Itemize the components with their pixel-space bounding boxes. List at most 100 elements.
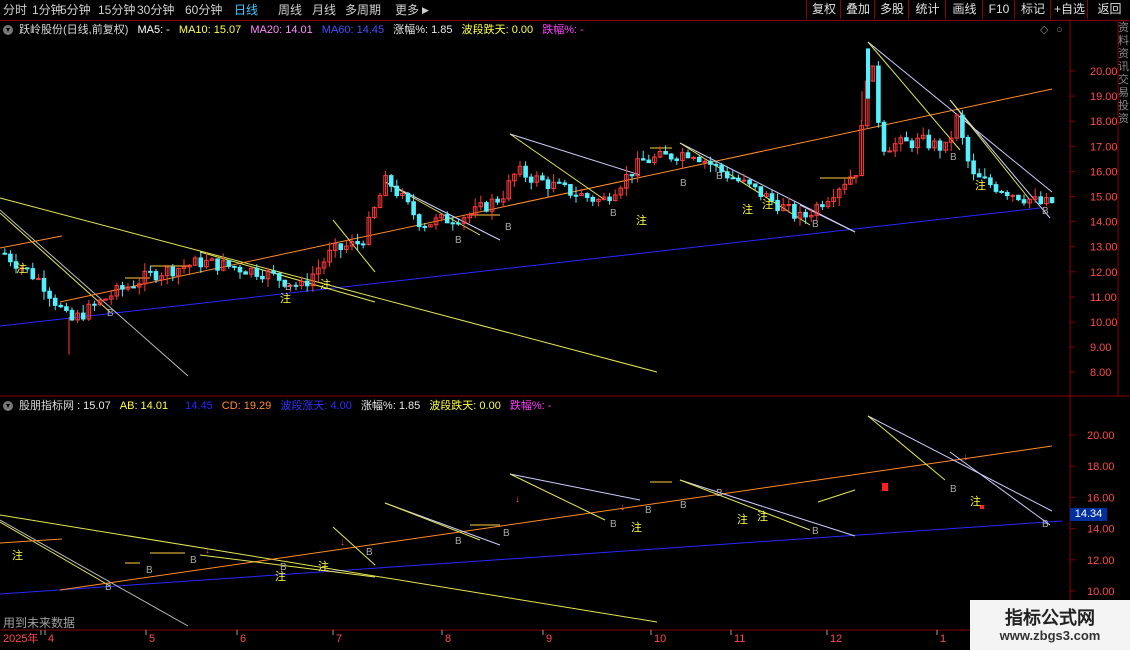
candle-body xyxy=(181,266,187,269)
sub-red-dot xyxy=(980,505,984,509)
more-arrow-icon[interactable]: ▶ xyxy=(422,2,429,18)
candle-body xyxy=(596,198,601,202)
candle-body xyxy=(1004,191,1010,197)
period-tab-6[interactable]: 日线 xyxy=(234,2,258,18)
collapse-main-icon[interactable]: ▾ xyxy=(3,25,13,36)
candle-body xyxy=(612,194,618,202)
drop-pct: 跌幅%: - xyxy=(542,24,584,36)
indicator-name: 股朋指标网 xyxy=(19,400,74,412)
candle-body xyxy=(881,121,887,152)
period-tab-3[interactable]: 15分钟 xyxy=(98,2,135,18)
candle-body xyxy=(758,186,764,197)
candle-body xyxy=(400,192,405,197)
candle-body xyxy=(92,303,97,306)
candle-body xyxy=(254,267,260,277)
candle-body xyxy=(355,240,360,245)
sub-buy-mark: B xyxy=(105,582,112,593)
period-tab-2[interactable]: 5分钟 xyxy=(60,2,91,18)
candle-body xyxy=(428,224,433,228)
toolbar-button-2[interactable]: 多股 xyxy=(874,0,909,19)
sub-trend-line xyxy=(509,473,606,521)
candle-body xyxy=(909,140,915,149)
trend-line xyxy=(199,251,376,303)
candle-body xyxy=(120,285,125,290)
buy-mark: B xyxy=(716,171,723,182)
sub-buy-mark: B xyxy=(190,555,197,566)
sub-trend-line xyxy=(0,519,189,627)
period-tab-7[interactable]: 周线 xyxy=(278,2,302,18)
candle-body xyxy=(366,216,372,245)
ma5-value: MA5: - xyxy=(137,24,170,36)
candle-body xyxy=(512,173,517,182)
indicator-cd: CD: 19.29 xyxy=(221,400,272,412)
candle-body xyxy=(405,192,411,203)
candle-body xyxy=(310,273,316,287)
candle-body xyxy=(136,283,142,288)
candle-body xyxy=(232,265,237,268)
period-tab-1[interactable]: 1分钟 xyxy=(32,2,63,18)
sub-tick-label: 12.00 xyxy=(1087,555,1115,567)
candle-body xyxy=(58,304,64,308)
collapse-sub-icon[interactable]: ▾ xyxy=(3,401,13,412)
candle-body xyxy=(764,193,769,197)
sub-buy-mark: B xyxy=(610,519,617,530)
candle-body xyxy=(282,279,288,287)
candle-body xyxy=(820,204,825,208)
price-tick-label: 14.00 xyxy=(1090,217,1118,229)
candle-body xyxy=(288,284,293,287)
sub-tick-label: 14.00 xyxy=(1087,524,1115,536)
toolbar-button-4[interactable]: 画线 xyxy=(945,0,983,19)
candle-body xyxy=(1032,196,1038,200)
toolbar-button-1[interactable]: 叠加 xyxy=(840,0,875,19)
candle-body xyxy=(416,214,422,227)
toolbar-button-7[interactable]: +自选 xyxy=(1050,0,1088,19)
candle-body xyxy=(836,188,842,199)
buy-mark: B xyxy=(1042,206,1049,217)
period-tab-8[interactable]: 月线 xyxy=(312,2,336,18)
toolbar-button-0[interactable]: 复权 xyxy=(806,0,841,19)
candle-body xyxy=(489,198,495,212)
candle-body xyxy=(640,158,646,161)
candle-body xyxy=(988,177,993,186)
candle-body xyxy=(80,312,86,320)
period-tab-10[interactable]: 更多 xyxy=(395,2,419,18)
sub-down-arrow: ↓ xyxy=(963,452,968,463)
candle-body xyxy=(825,201,831,208)
candle-body xyxy=(601,196,607,200)
sub-note-mark: 注 xyxy=(737,512,748,526)
kline-chart[interactable]: ◇ ○20.0019.0018.0017.0016.0015.0014.0013.… xyxy=(0,0,1130,650)
candle-body xyxy=(64,306,69,311)
period-tab-9[interactable]: 多周期 xyxy=(345,2,381,18)
toolbar-button-8[interactable]: 返回 xyxy=(1087,0,1130,19)
trend-line xyxy=(0,235,63,249)
sub-trend-line xyxy=(0,520,1063,595)
toolbar-button-3[interactable]: 统计 xyxy=(908,0,946,19)
candle-body xyxy=(724,171,730,179)
sub-buy-mark: B xyxy=(716,488,723,499)
candle-body xyxy=(148,270,153,273)
candle-body xyxy=(360,243,366,246)
candle-body xyxy=(691,156,696,159)
toolbar-button-6[interactable]: 标记 xyxy=(1014,0,1051,19)
candle-body xyxy=(624,173,629,189)
watermark-title: 指标公式网 xyxy=(1005,608,1095,628)
period-tab-4[interactable]: 30分钟 xyxy=(137,2,174,18)
period-tab-0[interactable]: 分时 xyxy=(3,2,27,18)
candle-body xyxy=(47,290,52,299)
sub-buy-mark: B xyxy=(280,562,287,573)
candle-body xyxy=(792,203,797,219)
candle-body xyxy=(540,175,545,181)
candle-body xyxy=(422,225,428,228)
sub-buy-mark: B xyxy=(455,536,462,547)
candle-body xyxy=(702,160,708,163)
candle-body xyxy=(159,275,164,281)
candle-body xyxy=(271,270,276,274)
toolbar-button-5[interactable]: F10 xyxy=(982,0,1015,19)
period-tab-5[interactable]: 60分钟 xyxy=(185,2,222,18)
watermark: 指标公式网 www.zbgs3.com xyxy=(970,600,1130,650)
sub-trend-line xyxy=(59,445,1053,591)
sidebar-info-tabs[interactable]: 资料资讯交易投资 xyxy=(1118,22,1130,126)
trend-line xyxy=(509,133,606,201)
candle-body xyxy=(999,190,1004,193)
sub-buy-mark: B xyxy=(1042,519,1049,530)
